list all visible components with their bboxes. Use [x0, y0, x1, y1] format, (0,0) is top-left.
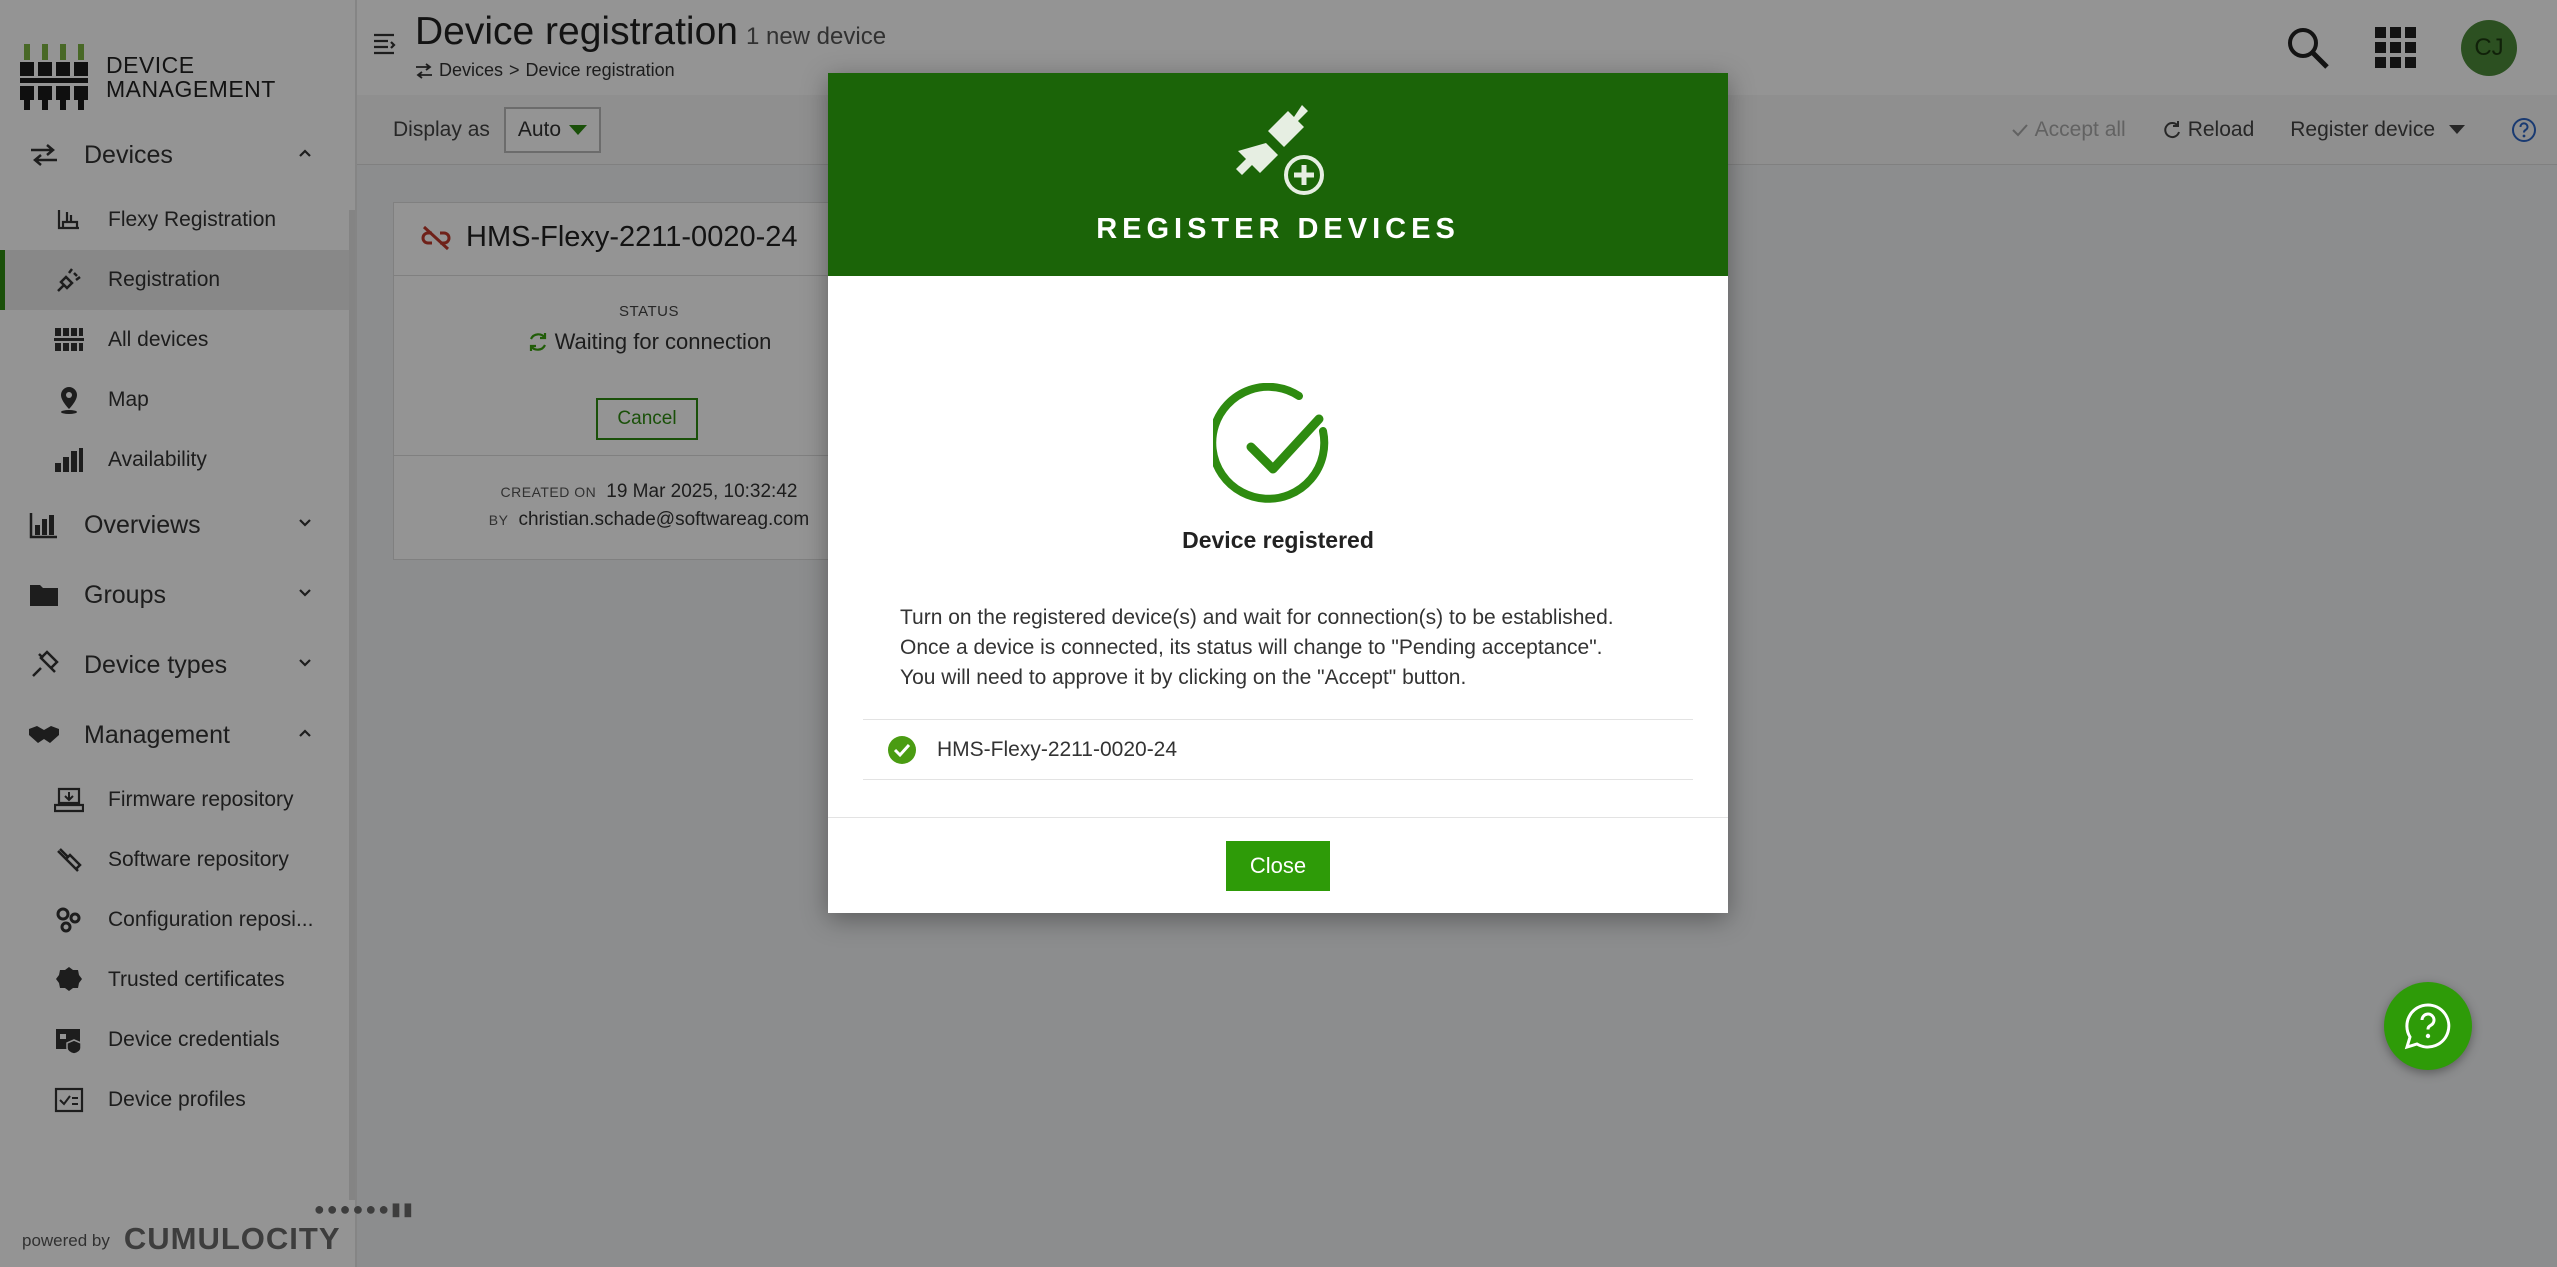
instructions-text: Turn on the registered device(s) and wai…: [900, 603, 1660, 693]
plug-add-icon: [1236, 105, 1324, 195]
instructions-line-2: Once a device is connected, its status w…: [900, 636, 1603, 659]
success-title: Device registered: [1182, 527, 1374, 553]
registered-device-row: HMS-Flexy-2211-0020-24: [863, 719, 1693, 780]
modal-footer-divider: [828, 817, 1728, 818]
check-circle-icon: [888, 735, 916, 764]
register-devices-modal: REGISTER DEVICES Device registered Turn …: [828, 73, 1728, 913]
close-button[interactable]: Close: [1226, 841, 1330, 891]
modal-title: REGISTER DEVICES: [1096, 213, 1460, 245]
registered-device-name: HMS-Flexy-2211-0020-24: [937, 737, 1178, 761]
success-check-icon: [1213, 383, 1329, 503]
instructions-line-3: You will need to approve it by clicking …: [900, 666, 1467, 689]
help-chat-button[interactable]: [2384, 982, 2472, 1070]
modal-header: REGISTER DEVICES: [828, 73, 1728, 276]
instructions-line-1: Turn on the registered device(s) and wai…: [900, 606, 1614, 629]
help-bubble-icon: [2404, 1003, 2451, 1050]
